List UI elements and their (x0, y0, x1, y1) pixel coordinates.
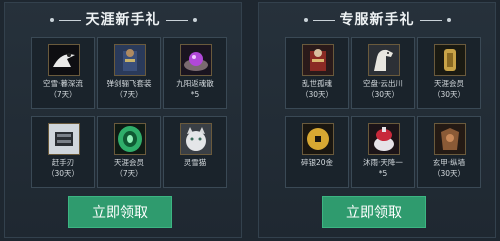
title-line (312, 19, 335, 21)
title-ornament (446, 18, 451, 22)
reward-item[interactable]: 九阳返魂散 *5 (163, 37, 227, 109)
reward-item[interactable]: 空雪·暮深流 （7天） (31, 37, 95, 109)
reward-item[interactable]: 灵雪猫 (163, 116, 227, 188)
claim-button[interactable]: 立即领取 (322, 196, 426, 228)
reward-item[interactable]: 赶手刃 （30天） (31, 116, 95, 188)
reward-duration: （30天） (432, 169, 466, 178)
red-potion-icon (368, 123, 400, 155)
reward-name: 赶手刃 (51, 158, 75, 167)
warrior-outfit-icon (114, 44, 146, 76)
reward-name: 乱世孤魂 (302, 79, 332, 88)
reward-name: 九阳返魂散 (176, 79, 214, 88)
reward-name: 空盘·云出川 (363, 79, 403, 88)
reward-item[interactable]: 碎银20金 (285, 116, 349, 188)
title-ornament (303, 18, 308, 22)
black-crow-icon (48, 44, 80, 76)
claim-button[interactable]: 立即领取 (68, 196, 172, 228)
reward-name: 弹剑骊飞套装 (106, 79, 152, 88)
reward-name: 灵雪猫 (183, 158, 207, 167)
purple-orb-icon (180, 44, 212, 76)
green-jade-badge-icon (114, 123, 146, 155)
reward-duration: *5 (190, 90, 200, 99)
reward-duration: （30天） (300, 90, 334, 99)
panel-title: 天涯新手礼 (5, 9, 241, 29)
panel-title-text: 专服新手礼 (339, 12, 415, 28)
panel-title: 专服新手礼 (259, 9, 495, 29)
reward-item[interactable]: 乱世孤魂 （30天） (285, 37, 349, 109)
reward-duration: （7天） (115, 169, 143, 178)
reward-name: 玄甲·纵墙 (432, 158, 466, 167)
reward-item[interactable]: 沐雨·天降一 *5 (351, 116, 415, 188)
reward-duration: （30天） (432, 90, 466, 99)
reward-item[interactable]: 天涯会员 （7天） (97, 116, 161, 188)
reward-duration: *5 (378, 169, 388, 178)
reward-item[interactable]: 空盘·云出川 （30天） (351, 37, 415, 109)
white-horse-icon (368, 44, 400, 76)
red-armor-icon (302, 44, 334, 76)
title-line (58, 19, 81, 21)
newbie-gift-panel-special-server: 专服新手礼 乱世孤魂 （30天） 空盘·云出川 （30天） 天涯会员 （30天）… (258, 2, 496, 238)
gold-tag-icon (434, 44, 466, 76)
reward-name: 天涯会员 (434, 79, 464, 88)
armor-glove-icon (48, 123, 80, 155)
reward-duration: （30天） (366, 90, 400, 99)
reward-name: 沐雨·天降一 (363, 158, 403, 167)
panel-title-text: 天涯新手礼 (85, 12, 161, 28)
gift-packs-screen: 天涯新手礼 空雪·暮深流 （7天） 弹剑骊飞套装 （7天） 九阳返魂散 *5 赶… (0, 0, 500, 241)
bronze-armor-icon (434, 123, 466, 155)
title-ornament (49, 18, 54, 22)
reward-duration: （7天） (49, 90, 77, 99)
reward-duration: （30天） (46, 169, 80, 178)
reward-duration: （7天） (115, 90, 143, 99)
reward-item[interactable]: 玄甲·纵墙 （30天） (417, 116, 481, 188)
title-ornament (192, 18, 197, 22)
reward-name: 天涯会员 (114, 158, 144, 167)
reward-name: 碎银20金 (300, 158, 334, 167)
reward-item[interactable]: 弹剑骊飞套装 （7天） (97, 37, 161, 109)
gold-coin-icon (302, 123, 334, 155)
reward-item[interactable]: 天涯会员 （30天） (417, 37, 481, 109)
newbie-gift-panel-tianya: 天涯新手礼 空雪·暮深流 （7天） 弹剑骊飞套装 （7天） 九阳返魂散 *5 赶… (4, 2, 242, 238)
reward-name: 空雪·暮深流 (43, 79, 83, 88)
title-line (419, 19, 442, 21)
title-line (165, 19, 188, 21)
snow-cat-icon (180, 123, 212, 155)
